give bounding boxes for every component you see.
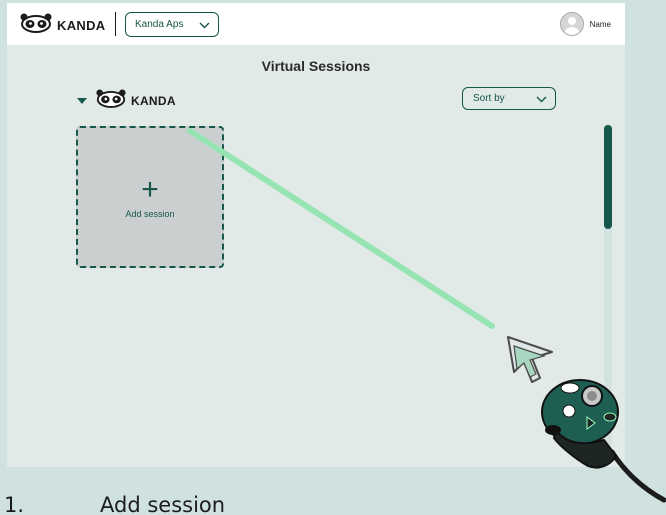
divider xyxy=(115,12,116,36)
organization-select[interactable]: Kanda Aps xyxy=(125,12,219,37)
panda-logo-icon xyxy=(19,13,53,38)
chevron-down-icon xyxy=(199,21,210,32)
organization-select-value: Kanda Aps xyxy=(135,19,184,30)
session-group-name: KANDA xyxy=(131,94,176,108)
plus-icon: + xyxy=(141,173,159,206)
sort-by-select[interactable]: Sort by xyxy=(462,87,556,110)
panda-logo-icon xyxy=(95,89,127,113)
user-name: Name xyxy=(589,19,611,29)
step-number: 1. xyxy=(4,493,25,515)
brand-name: KANDA xyxy=(57,18,106,33)
step-text: Add session xyxy=(100,493,226,515)
caret-down-icon[interactable] xyxy=(77,98,87,104)
brand[interactable]: KANDA xyxy=(19,13,105,38)
top-bar: KANDA Kanda Aps Name xyxy=(7,3,625,45)
add-session-card[interactable]: + Add session xyxy=(76,126,224,268)
sort-by-label: Sort by xyxy=(473,93,505,104)
scrollbar-thumb[interactable] xyxy=(604,125,612,229)
app-window: KANDA Kanda Aps Name Virtual Sessions KA… xyxy=(7,3,625,467)
chevron-down-icon xyxy=(536,95,547,106)
user-menu[interactable]: Name xyxy=(559,12,611,36)
user-avatar-icon xyxy=(559,12,584,36)
page-title: Virtual Sessions xyxy=(261,58,371,74)
session-group-header[interactable]: KANDA xyxy=(77,89,176,113)
add-session-label: Add session xyxy=(125,209,175,219)
